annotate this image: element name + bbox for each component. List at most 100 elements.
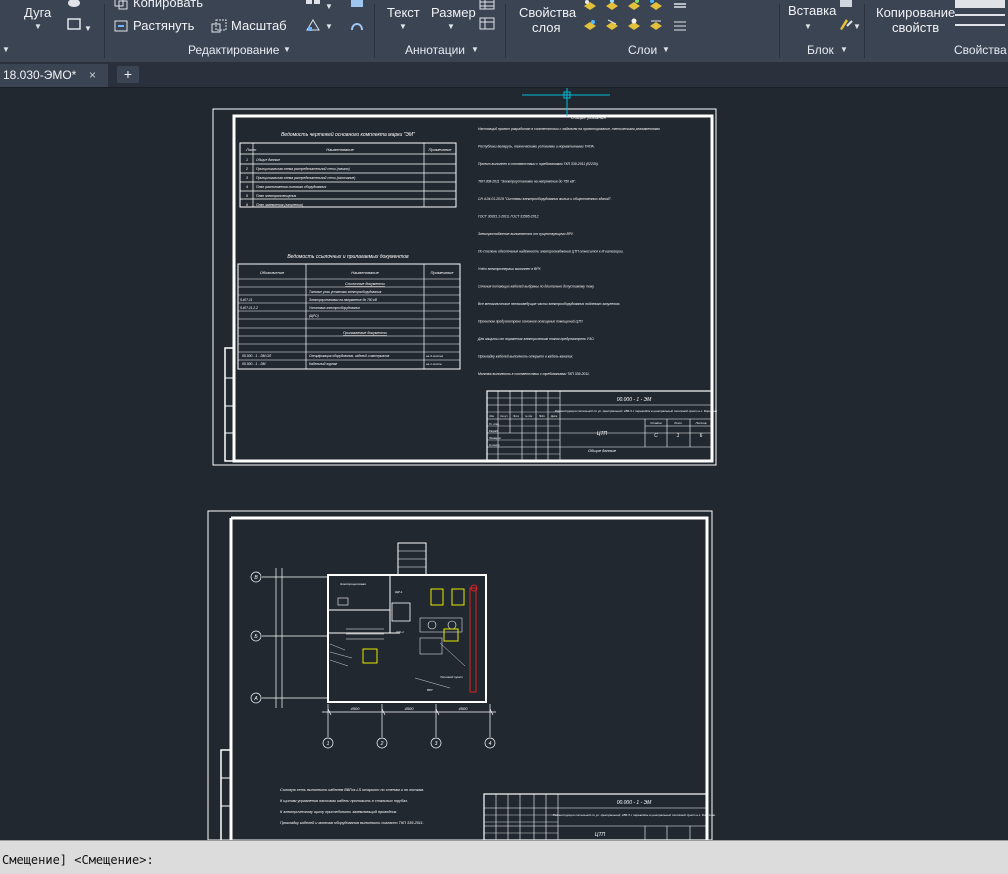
properties-panel-title[interactable]: Свойства [954, 43, 1007, 59]
refs-heading: Ссылочные документы [345, 282, 385, 286]
axis-row-labels: В Б А [253, 575, 258, 702]
general-note-line: Учёт электроэнергии выполнен в ВРУ. [478, 267, 541, 271]
chevron-down-icon[interactable]: ▼ [325, 22, 333, 31]
mirror-icon[interactable] [305, 18, 321, 32]
sheet-row-name: План электроосвещения [256, 194, 296, 198]
insert-button[interactable]: Вставка [788, 3, 836, 18]
chevron-down-icon[interactable]: ▼ [471, 45, 479, 54]
col-note: Примечание [428, 147, 452, 152]
chevron-down-icon[interactable]: ▼ [853, 22, 861, 31]
layers-panel-title[interactable]: Слои [628, 43, 657, 59]
col-sheet: Лист [245, 147, 257, 152]
properties-dropdown[interactable] [955, 14, 1005, 16]
layer-icon[interactable] [604, 18, 620, 32]
layer-icon[interactable] [626, 0, 642, 12]
command-prompt[interactable]: Смещение] <Смещение>: [2, 853, 154, 867]
chevron-down-icon[interactable]: ▼ [34, 22, 42, 31]
text-button[interactable]: Текст [387, 5, 420, 20]
layer-icon[interactable] [582, 18, 598, 32]
document-tab[interactable]: 18.030-ЭМО* × [0, 64, 108, 87]
room-label: Электрощитовая [340, 582, 366, 586]
sheet-2-stamp-object: ЦТП [595, 832, 606, 838]
stamp-stage-label: Стадия [650, 421, 662, 425]
rectangle-icon[interactable] [66, 17, 82, 31]
attached-row-note: на 1 листе [426, 362, 442, 366]
stamp-sheet-label: Лист [673, 421, 682, 425]
chevron-down-icon[interactable]: ▼ [840, 45, 848, 54]
layer-properties-button[interactable]: Свойства [519, 5, 576, 20]
move-icon[interactable] [349, 0, 365, 12]
chevron-down-icon[interactable]: ▼ [447, 22, 455, 31]
chevron-down-icon[interactable]: ▼ [399, 22, 407, 31]
chevron-down-icon[interactable]: ▼ [84, 24, 92, 33]
copy-button[interactable]: Копировать [133, 0, 203, 10]
properties-panel: Копирование свойств Свойства [865, 0, 1008, 62]
match-properties-icon[interactable] [838, 17, 854, 31]
stamp-role-label: Проверил [489, 436, 501, 440]
offset-icon[interactable] [349, 18, 365, 32]
general-note-line: СН 4.04.01-2019 "Системы электрооборудов… [478, 197, 612, 201]
general-note-line: Прокладку кабелей выполнить открыто в ка… [478, 355, 573, 359]
layer-icon[interactable] [672, 0, 688, 12]
layer-icon[interactable] [604, 0, 620, 12]
stamp-column-label: Подп. [539, 415, 546, 418]
attached-row-designation: 00.000 - 1 - ЭМ [242, 362, 266, 366]
layer-icon[interactable] [582, 0, 598, 12]
building-walls [327, 574, 487, 703]
properties-dropdown[interactable] [955, 0, 1005, 8]
stamp-role-label: Н.контр. [489, 443, 500, 447]
layer-icon[interactable] [626, 18, 642, 32]
arc-icon[interactable] [66, 0, 82, 12]
axis-col-label: 4 [489, 741, 492, 747]
general-note-line: Все металлические нетоковедущие части эл… [478, 302, 620, 306]
refs-title: Ведомость ссылочных и прилагаемых докуме… [287, 254, 409, 260]
yellow-equipment [362, 648, 378, 664]
table-icon[interactable] [479, 0, 495, 11]
modify-panel-title[interactable]: Редактирование [188, 43, 279, 59]
layer-icon[interactable] [648, 18, 664, 32]
chevron-down-icon[interactable]: ▼ [325, 2, 333, 11]
ref-row-name: (ЩРО) [309, 314, 319, 318]
general-note-line: Проект выполнен в соответствии с требова… [478, 162, 599, 166]
attached-row-designation: 00.000 - 1 - ЭМ.ОЛ [242, 354, 272, 358]
stamp-column-label: Дата [550, 415, 558, 418]
match-properties-button-line2[interactable]: свойств [892, 20, 939, 35]
match-properties-button[interactable]: Копирование [876, 5, 955, 20]
sheet-row-no: 1 [246, 158, 248, 162]
command-line[interactable]: Смещение] <Смещение>: [0, 840, 1008, 874]
array-icon[interactable] [305, 0, 321, 12]
close-icon[interactable]: × [89, 64, 96, 87]
chevron-down-icon[interactable]: ▼ [662, 45, 670, 54]
layer-icon[interactable] [648, 0, 664, 12]
refs-rows: Типовые узлы установки электрооборудован… [240, 290, 382, 318]
stretch-button[interactable]: Растянуть [133, 18, 194, 33]
layer-properties-button-line2[interactable]: слоя [532, 20, 561, 35]
stamp-columns: Изм. Кол.уч Лист № док. Подп. Дата [489, 415, 557, 418]
col-ref-name: Наименование [351, 270, 379, 275]
dimension-label: 4500 [351, 706, 361, 711]
general-note-line: ГОСТ 30331.1-2013, ГОСТ 31565-2012. [478, 215, 539, 219]
chevron-down-icon[interactable]: ▼ [2, 45, 10, 54]
dimension-label: 4500 [405, 706, 415, 711]
dimension-labels: 4500 4500 4500 [351, 706, 469, 711]
drawing-canvas[interactable]: Ведомость чертежей основного комплекта м… [0, 88, 1008, 840]
scale-button[interactable]: Масштаб [231, 18, 287, 33]
layer-icon[interactable] [672, 18, 688, 32]
annotation-panel: Текст ▼ Размер ▼ Аннотации ▼ [375, 0, 505, 62]
sheet-row-name: Принципиальная схема распределительной с… [256, 167, 350, 171]
general-note-line: Республики Беларусь, техническими услови… [478, 145, 595, 149]
insert-icon[interactable] [838, 0, 854, 11]
new-tab-button[interactable]: + [117, 66, 139, 83]
yellow-equipment [430, 588, 444, 606]
chevron-down-icon[interactable]: ▼ [804, 22, 812, 31]
room-labels: Электрощитовая ЩР-1 ЩО-1 Тепловой пункт ВРУ [340, 582, 463, 692]
dimension-button[interactable]: Размер [431, 5, 476, 20]
notes-heading: Общие указания [571, 115, 606, 120]
attached-heading: Прилагаемые документы [343, 331, 387, 335]
block-panel-title[interactable]: Блок [807, 43, 834, 59]
annotation-panel-title[interactable]: Аннотации [405, 43, 465, 59]
arc-button[interactable]: Дуга [24, 5, 51, 20]
properties-dropdown[interactable] [955, 24, 1005, 26]
table-icon[interactable] [479, 17, 495, 31]
chevron-down-icon[interactable]: ▼ [283, 45, 291, 54]
